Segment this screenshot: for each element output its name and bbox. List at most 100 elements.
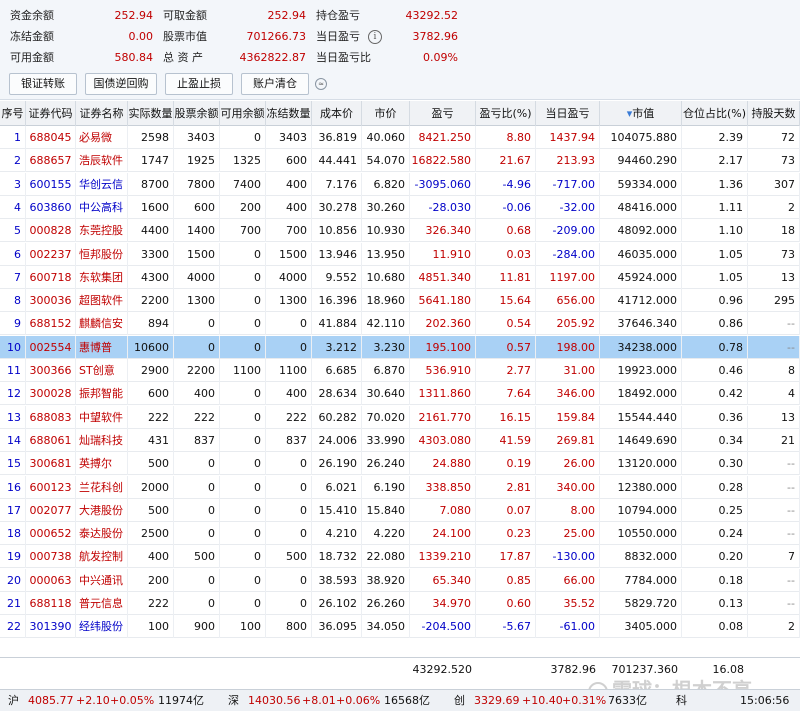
cell-code: 600123 — [26, 475, 76, 499]
cell-stock-balance: 0 — [174, 335, 220, 359]
table-row[interactable]: 5 000828 东莞控股 4400 1400 700 700 10.856 10.930 326… — [0, 219, 800, 243]
cell-days: 73 — [748, 149, 800, 173]
cell-name: 东软集团 — [76, 265, 128, 289]
table-row[interactable]: 9 688152 麒麟信安 894 0 0 0 41.884 42.110 202.360 0.54… — [0, 312, 800, 336]
header-seq[interactable]: 序号 — [0, 101, 26, 126]
reverse-repo-button[interactable]: 国债逆回购 — [85, 73, 157, 95]
table-row[interactable]: 17 002077 大港股份 500 0 0 0 15.410 15.840 7.080 0.07 8… — [0, 498, 800, 522]
cell-stock-balance: 400 — [174, 382, 220, 406]
cell-available: 0 — [220, 382, 266, 406]
balance-value: 252.94 — [114, 9, 154, 22]
cell-frozen: 700 — [266, 219, 312, 243]
table-row[interactable]: 15 300681 英搏尔 500 0 0 0 26.190 26.240 24.880 0.19 2… — [0, 452, 800, 476]
header-pnl-pct[interactable]: 盈亏比(%) — [476, 101, 536, 126]
table-row[interactable]: 22 301390 经纬股份 100 900 100 800 36.095 34.050 -204… — [0, 615, 800, 639]
cell-frozen: 222 — [266, 405, 312, 429]
table-row[interactable]: 19 000738 航发控制 400 500 0 500 18.732 22.080 1339.2… — [0, 545, 800, 569]
table-row[interactable]: 4 603860 中公高科 1600 600 200 400 30.278 30.260 -28.… — [0, 195, 800, 219]
clear-account-button[interactable]: 账户清仓 — [241, 73, 309, 95]
cell-market-value: 19923.000 — [600, 359, 682, 382]
cell-available: 0 — [220, 545, 266, 569]
header-pnl[interactable]: 盈亏 — [410, 101, 476, 126]
cell-pnl-pct: 21.67 — [476, 149, 536, 173]
cell-cost: 36.095 — [312, 615, 362, 639]
clock: 15:06:56 — [740, 694, 790, 707]
cell-name: 经纬股份 — [76, 615, 128, 639]
header-stock-balance[interactable]: 股票余额 — [174, 101, 220, 126]
cell-stock-balance: 7800 — [174, 172, 220, 196]
table-row[interactable]: 21 688118 普元信息 222 0 0 0 26.102 26.260 34.970 0.60… — [0, 592, 800, 615]
collapse-icon[interactable]: ≈ — [315, 78, 327, 90]
cell-available: 0 — [220, 592, 266, 615]
header-name[interactable]: 证券名称 — [76, 101, 128, 126]
cell-days: 13 — [748, 265, 800, 289]
available-value: 580.84 — [114, 51, 154, 64]
table-row[interactable]: 1 688045 必易微 2598 3403 0 3403 36.819 40.060 8421.… — [0, 126, 800, 149]
table-row[interactable]: 20 000063 中兴通讯 200 0 0 0 38.593 38.920 65.340 0.85… — [0, 568, 800, 592]
sh-index: 4085.77 — [28, 694, 74, 707]
cell-qty: 4400 — [128, 219, 174, 243]
table-row[interactable]: 8 300036 超图软件 2200 1300 0 1300 16.396 18.960 5641… — [0, 289, 800, 313]
header-today-pnl[interactable]: 当日盈亏 — [536, 101, 600, 126]
cell-days: -- — [748, 312, 800, 336]
table-row[interactable]: 2 688657 浩辰软件 1747 1925 1325 600 44.441 54.070 16… — [0, 149, 800, 173]
header-qty[interactable]: 实际数量 — [128, 101, 174, 126]
cell-name: 普元信息 — [76, 592, 128, 615]
cell-pnl-pct: 0.19 — [476, 452, 536, 476]
cell-pnl-pct: 0.85 — [476, 568, 536, 592]
bank-transfer-button[interactable]: 银证转账 — [9, 73, 77, 95]
cell-code: 000063 — [26, 568, 76, 592]
cell-code: 600155 — [26, 172, 76, 196]
cell-cost: 28.634 — [312, 382, 362, 406]
cell-today-pnl: 25.00 — [536, 522, 600, 546]
table-row[interactable]: 3 600155 华创云信 8700 7800 7400 400 7.176 6.820 -309… — [0, 172, 800, 196]
info-icon[interactable]: i — [368, 30, 382, 44]
cell-position-pct: 1.10 — [682, 219, 748, 243]
cy-label: 创 — [454, 694, 465, 707]
cell-today-pnl: 198.00 — [536, 335, 600, 359]
cell-pnl: 338.850 — [410, 475, 476, 499]
header-market-value[interactable]: ▾市值 — [600, 101, 682, 126]
cell-price: 34.050 — [362, 615, 410, 639]
header-days[interactable]: 持股天数 — [748, 101, 800, 126]
cell-code: 300028 — [26, 382, 76, 406]
cell-seq: 14 — [0, 428, 26, 452]
table-row[interactable]: 14 688061 灿瑞科技 431 837 0 837 24.006 33.990 4303.0… — [0, 428, 800, 452]
table-row[interactable]: 12 300028 振邦智能 600 400 0 400 28.634 30.640 1311.8… — [0, 382, 800, 406]
cell-price: 15.840 — [362, 498, 410, 522]
cell-days: 21 — [748, 428, 800, 452]
cell-name: 灿瑞科技 — [76, 428, 128, 452]
cell-days: 72 — [748, 126, 800, 149]
cell-code: 600718 — [26, 265, 76, 289]
table-row[interactable]: 13 688083 中望软件 222 222 0 222 60.282 70.020 2161.7… — [0, 405, 800, 429]
header-cost[interactable]: 成本价 — [312, 101, 362, 126]
cell-days: 18 — [748, 219, 800, 243]
cell-seq: 10 — [0, 335, 26, 359]
header-code[interactable]: 证券代码 — [26, 101, 76, 126]
cell-position-pct: 0.08 — [682, 615, 748, 639]
table-row[interactable]: 6 002237 恒邦股份 3300 1500 0 1500 13.946 13.950 11.9… — [0, 242, 800, 266]
header-frozen[interactable]: 冻结数量 — [266, 101, 312, 126]
table-row[interactable]: 10 002554 惠博普 10600 0 0 0 3.212 3.230 195.100 0.57… — [0, 335, 800, 359]
take-profit-stop-loss-button[interactable]: 止盈止损 — [165, 73, 233, 95]
cell-qty: 2598 — [128, 126, 174, 149]
table-row[interactable]: 18 000652 泰达股份 2500 0 0 0 4.210 4.220 24.100 0.23 2… — [0, 522, 800, 546]
cell-pnl: -3095.060 — [410, 172, 476, 196]
header-available[interactable]: 可用余额 — [220, 101, 266, 126]
header-price[interactable]: 市价 — [362, 101, 410, 126]
cell-pnl: 202.360 — [410, 312, 476, 336]
cell-price: 6.820 — [362, 172, 410, 196]
cell-price: 42.110 — [362, 312, 410, 336]
cell-position-pct: 1.05 — [682, 242, 748, 266]
cell-seq: 21 — [0, 592, 26, 615]
header-position-pct[interactable]: 仓位占比(%) — [682, 101, 748, 126]
cell-stock-balance: 0 — [174, 568, 220, 592]
cell-code: 688152 — [26, 312, 76, 336]
cell-seq: 6 — [0, 242, 26, 266]
table-row[interactable]: 16 600123 兰花科创 2000 0 0 0 6.021 6.190 338.850 2.81… — [0, 475, 800, 499]
table-row[interactable]: 7 600718 东软集团 4300 4000 0 4000 9.552 10.680 4851.… — [0, 265, 800, 289]
table-row[interactable]: 11 300366 ST创意 2900 2200 1100 1100 6.685 6.870 53… — [0, 359, 800, 382]
cell-price: 38.920 — [362, 568, 410, 592]
cell-seq: 12 — [0, 382, 26, 406]
cell-frozen: 0 — [266, 568, 312, 592]
